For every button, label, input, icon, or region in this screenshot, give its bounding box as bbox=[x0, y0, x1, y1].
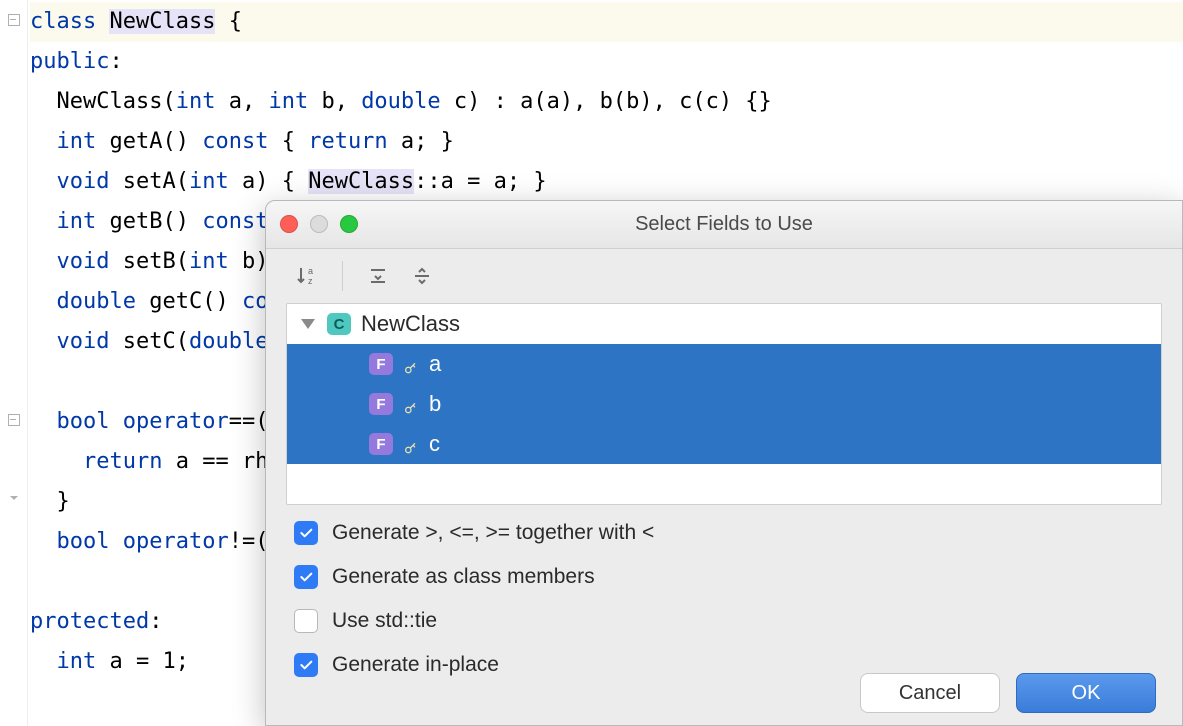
checkbox[interactable] bbox=[294, 521, 318, 545]
zoom-icon[interactable] bbox=[340, 215, 358, 233]
ok-button[interactable]: OK bbox=[1016, 673, 1156, 713]
option-label: Generate >, <=, >= together with < bbox=[332, 521, 654, 545]
window-controls bbox=[280, 215, 358, 233]
field-badge-icon: F bbox=[369, 433, 393, 455]
select-fields-dialog: Select Fields to Use a z C NewClass bbox=[265, 200, 1183, 726]
svg-text:z: z bbox=[308, 276, 313, 286]
tree-field-label: c bbox=[429, 431, 440, 457]
svg-text:a: a bbox=[308, 266, 313, 276]
tree-field[interactable]: Fc bbox=[287, 424, 1161, 464]
option-label: Generate in-place bbox=[332, 653, 499, 677]
sort-alpha-icon[interactable]: a z bbox=[294, 263, 320, 289]
code-line[interactable]: NewClass(int a, int b, double c) : a(a),… bbox=[30, 82, 1183, 122]
minimize-icon bbox=[310, 215, 328, 233]
code-line[interactable]: public: bbox=[30, 42, 1183, 82]
option-row[interactable]: Use std::tie bbox=[294, 609, 1154, 633]
tree-field[interactable]: Fa bbox=[287, 344, 1161, 384]
option-row[interactable]: Generate as class members bbox=[294, 565, 1154, 589]
key-icon bbox=[403, 396, 419, 412]
tree-field[interactable]: Fb bbox=[287, 384, 1161, 424]
field-badge-icon: F bbox=[369, 393, 393, 415]
option-row[interactable]: Generate >, <=, >= together with < bbox=[294, 521, 1154, 545]
checkbox[interactable] bbox=[294, 565, 318, 589]
checkbox[interactable] bbox=[294, 609, 318, 633]
expand-all-icon[interactable] bbox=[365, 263, 391, 289]
tree-field-label: a bbox=[429, 351, 441, 377]
tree-field-label: b bbox=[429, 391, 441, 417]
code-line[interactable]: class NewClass { bbox=[30, 2, 1183, 42]
fields-tree[interactable]: C NewClass FaFbFc bbox=[286, 303, 1162, 505]
toolbar-separator bbox=[342, 261, 343, 291]
checkbox[interactable] bbox=[294, 653, 318, 677]
class-badge-icon: C bbox=[327, 313, 351, 335]
option-label: Use std::tie bbox=[332, 609, 437, 633]
close-icon[interactable] bbox=[280, 215, 298, 233]
dialog-toolbar: a z bbox=[266, 249, 1182, 303]
dialog-titlebar: Select Fields to Use bbox=[266, 201, 1182, 249]
dialog-title: Select Fields to Use bbox=[635, 213, 813, 236]
code-line[interactable]: int getA() const { return a; } bbox=[30, 122, 1183, 162]
disclosure-icon[interactable] bbox=[301, 319, 315, 329]
code-line[interactable]: void setA(int a) { NewClass::a = a; } bbox=[30, 162, 1183, 202]
key-icon bbox=[403, 356, 419, 372]
key-icon bbox=[403, 436, 419, 452]
field-badge-icon: F bbox=[369, 353, 393, 375]
tree-root[interactable]: C NewClass bbox=[287, 304, 1161, 344]
dialog-buttons: Cancel OK bbox=[860, 673, 1156, 713]
option-label: Generate as class members bbox=[332, 565, 595, 589]
tree-root-label: NewClass bbox=[361, 311, 460, 337]
dialog-options: Generate >, <=, >= together with < Genera… bbox=[266, 505, 1182, 685]
collapse-all-icon[interactable] bbox=[409, 263, 435, 289]
cancel-button[interactable]: Cancel bbox=[860, 673, 1000, 713]
